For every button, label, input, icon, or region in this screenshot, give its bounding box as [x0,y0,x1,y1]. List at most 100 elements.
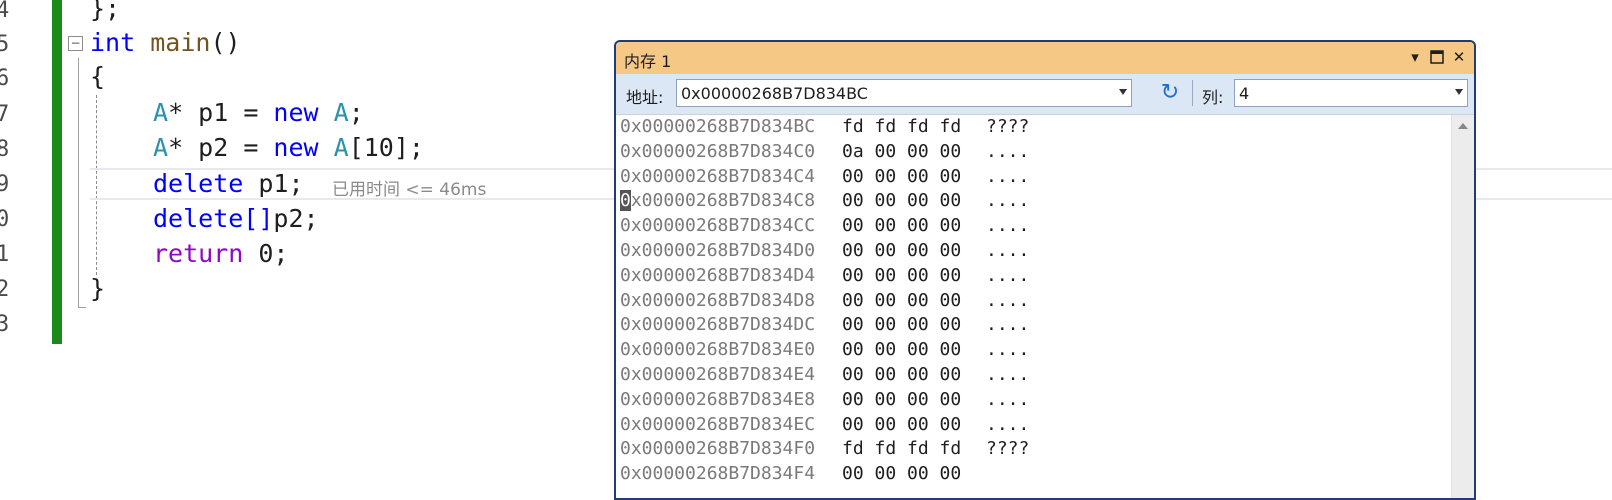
vertical-scrollbar[interactable] [1451,115,1474,498]
columns-select[interactable]: 4 [1234,79,1468,107]
memory-ascii: .... [986,314,1030,336]
memory-row[interactable]: 0x00000268B7D834F4 00 00 00 00 [620,462,1452,487]
memory-window-title: 内存 1 [624,52,672,71]
memory-bytes[interactable]: 00 00 00 00 [842,313,961,338]
memory-bytes[interactable]: 00 00 00 00 [842,462,961,487]
memory-window-titlebar[interactable]: 内存 1 ▾ ✕ [616,42,1474,74]
memory-bytes[interactable]: 00 00 00 00 [842,264,961,289]
memory-bytes[interactable]: 0a 00 00 00 [842,140,961,165]
memory-ascii: .... [986,215,1030,237]
memory-row[interactable]: 0x00000268B7D834CC 00 00 00 00.... [620,214,1452,239]
chevron-down-icon[interactable]: ▾ [1404,46,1426,68]
memory-address-rest: x00000268B7D834C8 [630,190,816,212]
address-label: 地址: [626,88,664,107]
line-number: 1 [0,242,10,267]
line-number: 8 [0,137,10,162]
memory-grid[interactable]: 0x00000268B7D834BC fd fd fd fd???? 0x00000… [616,115,1474,498]
memory-ascii: .... [986,140,1030,162]
change-tracking-bar [52,0,62,344]
memory-address: 0x00000268B7D834C4 [620,165,816,187]
code-line: A* p1 = new A; [153,98,364,127]
memory-address: 0x00000268B7D834CC [620,215,816,237]
memory-address: 0x00000268B7D834E8 [620,388,816,410]
code-line: return 0; [153,239,289,268]
refresh-icon[interactable]: ↻ [1157,79,1183,107]
memory-row[interactable]: 0x00000268B7D834D8 00 00 00 00.... [620,289,1452,314]
memory-row[interactable]: 0x00000268B7D834E0 00 00 00 00.... [620,338,1452,363]
memory-ascii: ???? [986,438,1030,460]
memory-bytes[interactable]: 00 00 00 00 [842,388,961,413]
memory-ascii: .... [986,339,1030,361]
memory-row[interactable]: 0x00000268B7D834E8 00 00 00 00.... [620,388,1452,413]
line-number: 6 [0,66,10,91]
memory-row[interactable]: 0x00000268B7D834C4 00 00 00 00.... [620,165,1452,190]
perf-tip[interactable]: 已用时间 <= 46ms [332,175,486,200]
maximize-icon[interactable] [1426,46,1448,68]
line-number: 4 [0,0,10,23]
line-number: 3 [0,312,10,337]
address-value: 0x00000268B7D834BC [681,84,868,103]
memory-bytes[interactable]: 00 00 00 00 [842,363,961,388]
code-line: int main() [90,28,241,57]
outline-guide-end [78,307,86,308]
memory-row[interactable]: 0x00000268B7D834D4 00 00 00 00.... [620,264,1452,289]
collapse-toggle-icon[interactable]: − [68,36,83,51]
line-number: 2 [0,277,10,302]
text-caret: 0 [620,190,631,212]
memory-bytes[interactable]: fd fd fd fd [842,115,961,140]
memory-address: 0x00000268B7D834DC [620,314,816,336]
chevron-down-icon[interactable] [1119,89,1127,95]
memory-address: 0x00000268B7D834D4 [620,264,816,286]
memory-ascii: .... [986,363,1030,385]
memory-bytes[interactable]: 00 00 00 00 [842,239,961,264]
memory-address: 0x00000268B7D834F0 [620,438,816,460]
memory-bytes[interactable]: 00 00 00 00 [842,338,961,363]
memory-address: 0x00000268B7D834EC [620,413,816,435]
line-number: 7 [0,102,10,127]
memory-row[interactable]: 0x00000268B7D834C8 00 00 00 00.... [620,189,1452,214]
memory-address: 0x00000268B7D834F4 [620,463,816,485]
outline-guide [78,58,79,308]
columns-label: 列: [1202,88,1224,107]
memory-address: 0x00000268B7D834BC [620,116,816,137]
memory-row[interactable]: 0x00000268B7D834DC 00 00 00 00.... [620,313,1452,338]
line-number: 9 [0,172,10,197]
memory-bytes[interactable]: 00 00 00 00 [842,165,961,190]
toolbar-separator [1192,80,1193,106]
code-line: A* p2 = new A[10]; [153,133,424,162]
memory-address: 0x00000268B7D834C0 [620,140,816,162]
memory-window[interactable]: 内存 1 ▾ ✕ 地址: 0x00000268B7D834BC ↻ 列: 4 0… [614,40,1476,500]
memory-ascii: ???? [986,116,1030,137]
memory-row[interactable]: 0x00000268B7D834E4 00 00 00 00.... [620,363,1452,388]
memory-ascii: .... [986,388,1030,410]
close-icon[interactable]: ✕ [1448,46,1470,68]
address-input[interactable]: 0x00000268B7D834BC [676,79,1132,107]
memory-row[interactable]: 0x00000268B7D834BC fd fd fd fd???? [620,115,1452,140]
code-line: delete p1; [153,169,304,198]
memory-ascii: .... [986,190,1030,212]
memory-ascii: .... [986,239,1030,261]
memory-address: 0x00000268B7D834D8 [620,289,816,311]
chevron-down-icon[interactable] [1455,89,1463,95]
code-line: } [90,274,106,303]
memory-row[interactable]: 0x00000268B7D834F0 fd fd fd fd???? [620,437,1452,462]
memory-bytes[interactable]: 00 00 00 00 [842,189,961,214]
memory-row[interactable]: 0x00000268B7D834D0 00 00 00 00.... [620,239,1452,264]
code-line: }; [90,0,121,23]
memory-ascii: .... [986,165,1030,187]
code-line: { [90,62,106,91]
line-number: 5 [0,32,10,57]
memory-toolbar: 地址: 0x00000268B7D834BC ↻ 列: 4 [616,74,1474,115]
memory-address: 0x00000268B7D834E4 [620,363,816,385]
memory-row[interactable]: 0x00000268B7D834C0 0a 00 00 00.... [620,140,1452,165]
memory-bytes[interactable]: fd fd fd fd [842,437,961,462]
scroll-up-icon[interactable] [1458,123,1468,129]
memory-bytes[interactable]: 00 00 00 00 [842,413,961,438]
memory-rows: 0x00000268B7D834BC fd fd fd fd???? 0x00000… [620,115,1452,487]
memory-bytes[interactable]: 00 00 00 00 [842,214,961,239]
memory-ascii: .... [986,264,1030,286]
memory-row[interactable]: 0x00000268B7D834EC 00 00 00 00.... [620,413,1452,438]
memory-bytes[interactable]: 00 00 00 00 [842,289,961,314]
columns-value: 4 [1239,84,1250,103]
memory-address: 0x00000268B7D834E0 [620,339,816,361]
